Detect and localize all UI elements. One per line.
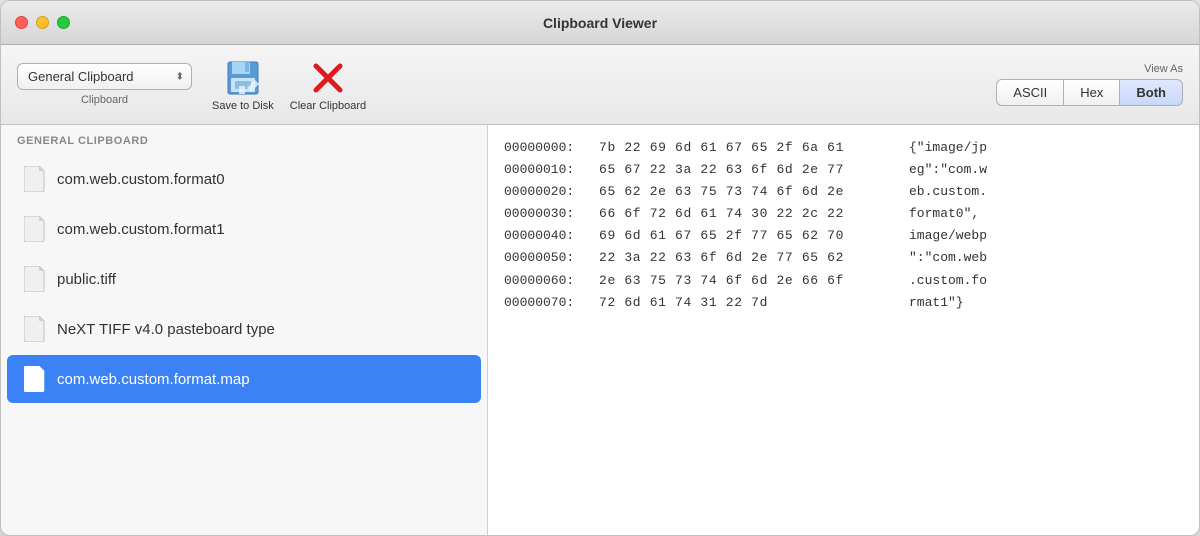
sidebar: GENERAL CLIPBOARD com.web.custom.format0 bbox=[1, 125, 488, 535]
hex-offset: 00000040: bbox=[504, 225, 599, 247]
hex-offset: 00000070: bbox=[504, 292, 599, 314]
clipboard-label: Clipboard bbox=[81, 94, 128, 106]
sidebar-item-next-tiff-name: NeXT TIFF v4.0 pasteboard type bbox=[57, 321, 275, 338]
clear-icon bbox=[308, 58, 348, 98]
hex-ascii: image/webp bbox=[899, 225, 987, 247]
hex-offset: 00000050: bbox=[504, 247, 599, 269]
view-buttons: ASCII Hex Both bbox=[996, 79, 1183, 106]
hex-offset: 00000020: bbox=[504, 181, 599, 203]
sidebar-item-next-tiff[interactable]: NeXT TIFF v4.0 pasteboard type bbox=[7, 305, 481, 353]
hex-bytes: 66 6f 72 6d 61 74 30 22 2c 22 bbox=[599, 203, 899, 225]
main-content: GENERAL CLIPBOARD com.web.custom.format0 bbox=[1, 125, 1199, 535]
save-icon bbox=[223, 58, 263, 98]
hex-row: 00000070: 72 6d 61 74 31 22 7d rmat1"} bbox=[504, 292, 1183, 314]
save-label: Save to Disk bbox=[212, 100, 274, 112]
sidebar-item-format-map[interactable]: com.web.custom.format.map bbox=[7, 355, 481, 403]
hex-row: 00000020: 65 62 2e 63 75 73 74 6f 6d 2e … bbox=[504, 181, 1183, 203]
sidebar-item-format0[interactable]: com.web.custom.format0 bbox=[7, 155, 481, 203]
hex-offset: 00000060: bbox=[504, 270, 599, 292]
main-window: Clipboard Viewer General Clipboard Find … bbox=[0, 0, 1200, 536]
hex-bytes: 65 67 22 3a 22 63 6f 6d 2e 77 bbox=[599, 159, 899, 181]
clipboard-dropdown[interactable]: General Clipboard Find Clipboard bbox=[17, 63, 192, 90]
sidebar-item-format-map-name: com.web.custom.format.map bbox=[57, 371, 250, 388]
both-view-button[interactable]: Both bbox=[1120, 79, 1183, 106]
hex-bytes: 65 62 2e 63 75 73 74 6f 6d 2e bbox=[599, 181, 899, 203]
title-bar: Clipboard Viewer bbox=[1, 1, 1199, 45]
hex-row: 00000060: 2e 63 75 73 74 6f 6d 2e 66 6f … bbox=[504, 270, 1183, 292]
sidebar-item-format0-name: com.web.custom.format0 bbox=[57, 171, 225, 188]
sidebar-item-format1-name: com.web.custom.format1 bbox=[57, 221, 225, 238]
file-icon bbox=[23, 165, 47, 193]
hex-row: 00000050: 22 3a 22 63 6f 6d 2e 77 65 62 … bbox=[504, 247, 1183, 269]
hex-ascii: {"image/jp bbox=[899, 137, 987, 159]
minimize-button[interactable] bbox=[36, 16, 49, 29]
save-to-disk-button[interactable]: Save to Disk bbox=[212, 58, 274, 112]
hex-bytes: 2e 63 75 73 74 6f 6d 2e 66 6f bbox=[599, 270, 899, 292]
hex-offset: 00000030: bbox=[504, 203, 599, 225]
hex-ascii: format0", bbox=[899, 203, 979, 225]
clipboard-dropdown-wrapper: General Clipboard Find Clipboard bbox=[17, 63, 192, 90]
hex-ascii: ":"com.web bbox=[899, 247, 987, 269]
sidebar-item-tiff-name: public.tiff bbox=[57, 271, 116, 288]
hex-row: 00000040: 69 6d 61 67 65 2f 77 65 62 70 … bbox=[504, 225, 1183, 247]
file-icon bbox=[23, 215, 47, 243]
toolbar: General Clipboard Find Clipboard Clipboa… bbox=[1, 45, 1199, 125]
hex-viewer[interactable]: 00000000: 7b 22 69 6d 61 67 65 2f 6a 61 … bbox=[488, 125, 1199, 535]
close-button[interactable] bbox=[15, 16, 28, 29]
file-icon bbox=[23, 265, 47, 293]
hex-ascii: eg":"com.w bbox=[899, 159, 987, 181]
sidebar-item-format1[interactable]: com.web.custom.format1 bbox=[7, 205, 481, 253]
window-title: Clipboard Viewer bbox=[543, 15, 657, 31]
sidebar-items: com.web.custom.format0 com.web.custom.fo… bbox=[1, 153, 487, 535]
hex-bytes: 7b 22 69 6d 61 67 65 2f 6a 61 bbox=[599, 137, 899, 159]
hex-bytes: 69 6d 61 67 65 2f 77 65 62 70 bbox=[599, 225, 899, 247]
hex-bytes: 22 3a 22 63 6f 6d 2e 77 65 62 bbox=[599, 247, 899, 269]
maximize-button[interactable] bbox=[57, 16, 70, 29]
file-icon bbox=[23, 315, 47, 343]
hex-ascii: eb.custom. bbox=[899, 181, 987, 203]
sidebar-header: GENERAL CLIPBOARD bbox=[1, 125, 487, 153]
hex-ascii: rmat1"} bbox=[899, 292, 964, 314]
hex-row: 00000000: 7b 22 69 6d 61 67 65 2f 6a 61 … bbox=[504, 137, 1183, 159]
view-as-group: View As ASCII Hex Both bbox=[996, 63, 1183, 106]
hex-row: 00000030: 66 6f 72 6d 61 74 30 22 2c 22 … bbox=[504, 203, 1183, 225]
hex-offset: 00000000: bbox=[504, 137, 599, 159]
view-as-label: View As bbox=[1144, 63, 1183, 75]
hex-view-button[interactable]: Hex bbox=[1064, 79, 1120, 106]
window-controls bbox=[15, 16, 70, 29]
clipboard-selector-group: General Clipboard Find Clipboard Clipboa… bbox=[17, 63, 192, 106]
hex-ascii: .custom.fo bbox=[899, 270, 987, 292]
hex-bytes: 72 6d 61 74 31 22 7d bbox=[599, 292, 899, 314]
ascii-view-button[interactable]: ASCII bbox=[996, 79, 1064, 106]
clear-clipboard-button[interactable]: Clear Clipboard bbox=[290, 58, 366, 112]
hex-offset: 00000010: bbox=[504, 159, 599, 181]
hex-row: 00000010: 65 67 22 3a 22 63 6f 6d 2e 77 … bbox=[504, 159, 1183, 181]
sidebar-item-tiff[interactable]: public.tiff bbox=[7, 255, 481, 303]
file-icon-selected bbox=[23, 365, 47, 393]
clear-label: Clear Clipboard bbox=[290, 100, 366, 112]
